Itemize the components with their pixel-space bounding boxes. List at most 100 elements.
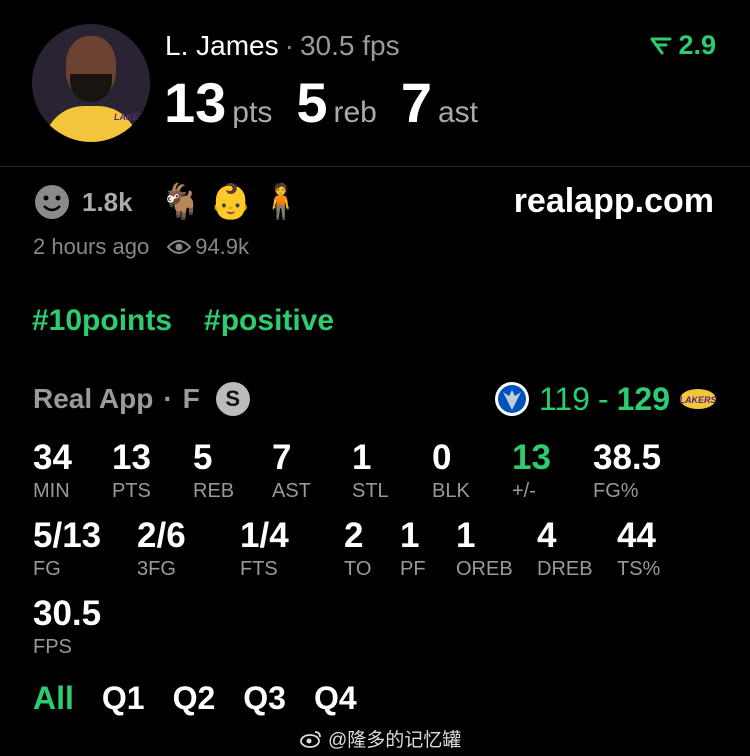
lakers-logo-icon: LAKERS [679, 389, 717, 409]
stat-label: FG% [593, 480, 639, 502]
headline-ast-value: 7 [400, 71, 432, 134]
stat-value: 1/4 [240, 516, 289, 555]
stat-label: OREB [456, 558, 513, 580]
quarter-tabs: All Q1 Q2 Q3 Q4 [33, 680, 357, 717]
stat-pts: 13 PTS [112, 438, 151, 503]
stat-label: PF [400, 558, 426, 580]
stat-value: 4 [537, 516, 557, 555]
weibo-icon [300, 730, 321, 748]
lakers-logo-icon: LAKERS [114, 112, 150, 122]
post-meta: 2 hours ago 94.9k [33, 234, 249, 260]
stat-label: AST [272, 480, 311, 502]
reaction-bar[interactable]: 1.8k 🐐 👶 🧍 [32, 182, 302, 222]
stat-blk: 0 BLK [432, 438, 470, 503]
stat-fps: 30.5 FPS [33, 594, 101, 659]
stat-reb: 5 REB [193, 438, 234, 503]
game-score[interactable]: 119-129 LAKERS [493, 380, 718, 418]
player-header[interactable]: L. James · 30.5 fps [165, 30, 400, 62]
watermark: @隆多的记忆罐 [300, 725, 461, 752]
stat-label: FPS [33, 636, 72, 658]
tag-10points[interactable]: #10points [32, 304, 172, 338]
mavericks-logo-icon [494, 382, 529, 416]
baby-icon[interactable]: 👶 [209, 182, 251, 222]
delta-value: 2.9 [678, 30, 716, 60]
tab-q2[interactable]: Q2 [173, 680, 216, 717]
headline-pts-value: 13 [164, 71, 227, 134]
stat-min: 34 MIN [33, 438, 72, 503]
stat-plus-minus: 13 +/- [512, 438, 551, 503]
source-position: F [182, 383, 200, 414]
player-fps: 30.5 fps [299, 30, 400, 61]
stat-value: 34 [33, 438, 72, 477]
tab-q1[interactable]: Q1 [102, 680, 145, 717]
stat-value: 38.5 [593, 438, 662, 477]
avatar-beard [70, 74, 112, 102]
stat-label: TO [344, 558, 372, 580]
headline-pts-unit: pts [232, 96, 273, 129]
stat-value: 13 [512, 438, 551, 477]
stat-label: DREB [537, 558, 593, 580]
score-dash: - [597, 380, 609, 417]
stat-ast: 7 AST [272, 438, 311, 503]
stat-value: 7 [272, 438, 292, 477]
home-score: 129 [616, 380, 670, 417]
away-score: 119 [538, 380, 590, 417]
stat-label: +/- [512, 480, 536, 502]
stat-label: MIN [33, 480, 70, 502]
tag-list: #10points #positive [32, 304, 334, 338]
stat-value: 44 [617, 516, 656, 555]
stat-label: STL [352, 480, 389, 502]
player-name: L. James [165, 30, 279, 61]
tab-q3[interactable]: Q3 [243, 680, 286, 717]
rating-delta: 2.9 [650, 30, 716, 61]
headline-reb-value: 5 [296, 71, 328, 134]
tag-positive[interactable]: #positive [204, 304, 334, 338]
source-badge: S [215, 382, 250, 416]
stat-value: 5 [193, 438, 213, 477]
watermark-text: @隆多的记忆罐 [328, 730, 462, 751]
stat-fg: 5/13 FG [33, 516, 101, 581]
source-line: Real App · F S [33, 382, 250, 416]
headline-statline: 13 pts 5 reb 7 ast [164, 70, 502, 135]
stat-fg-pct: 38.5 FG% [593, 438, 661, 503]
stat-value: 30.5 [33, 594, 102, 633]
headline-reb-unit: reb [333, 96, 377, 129]
stat-to: 2 TO [344, 516, 371, 581]
stat-value: 13 [112, 438, 151, 477]
svg-text:LAKERS: LAKERS [679, 395, 716, 405]
smiley-icon[interactable] [32, 182, 72, 222]
stat-label: FG [33, 558, 61, 580]
person-icon[interactable]: 🧍 [259, 182, 301, 222]
eye-icon [167, 240, 192, 254]
stat-label: BLK [432, 480, 470, 502]
tab-all[interactable]: All [33, 680, 74, 717]
goat-icon[interactable]: 🐐 [159, 182, 201, 222]
separator-dot: · [284, 30, 294, 61]
tab-q4[interactable]: Q4 [314, 680, 357, 717]
stat-value: 2/6 [137, 516, 186, 555]
header-divider [0, 166, 750, 167]
stat-fts: 1/4 FTS [240, 516, 289, 581]
stat-oreb: 1 OREB [456, 516, 513, 581]
stat-pf: 1 PF [400, 516, 426, 581]
stat-label: TS% [617, 558, 661, 580]
stat-label: FTS [240, 558, 278, 580]
stat-value: 0 [432, 438, 452, 477]
post-time: 2 hours ago [33, 234, 150, 259]
view-count-value: 94.9k [195, 234, 250, 259]
stat-dreb: 4 DREB [537, 516, 593, 581]
stat-ts-pct: 44 TS% [617, 516, 660, 581]
site-link[interactable]: realapp.com [514, 182, 714, 221]
stat-stl: 1 STL [352, 438, 389, 503]
stat-label: REB [193, 480, 235, 502]
reaction-count: 1.8k [82, 186, 133, 217]
stat-label: PTS [112, 480, 151, 502]
player-avatar[interactable]: LAKERS [32, 24, 150, 142]
headline-ast-unit: ast [438, 96, 479, 129]
stat-label: 3FG [137, 558, 176, 580]
stat-value: 2 [344, 516, 364, 555]
stat-value: 1 [400, 516, 420, 555]
stat-value: 1 [352, 438, 372, 477]
stat-3fg: 2/6 3FG [137, 516, 186, 581]
source-name: Real App [33, 383, 154, 414]
